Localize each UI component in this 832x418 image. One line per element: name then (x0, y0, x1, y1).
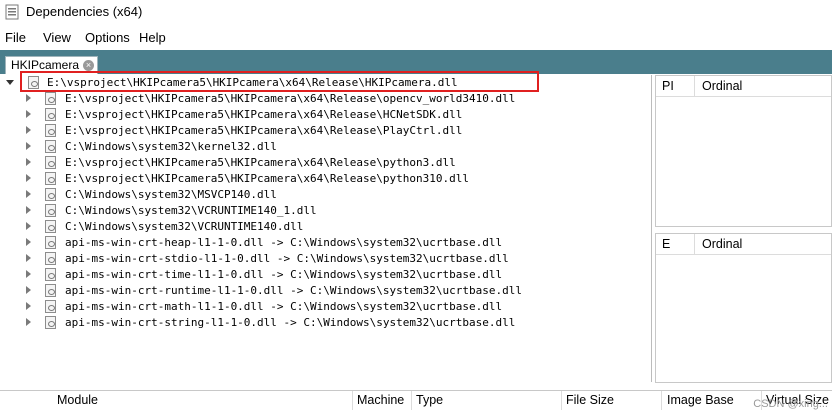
col-file-size[interactable]: File Size (566, 393, 614, 407)
chevron-right-icon[interactable] (26, 110, 31, 118)
chevron-right-icon[interactable] (26, 238, 31, 246)
modules-table-body[interactable] (0, 410, 832, 418)
module-file-icon (45, 204, 56, 217)
tree-child-node[interactable]: C:\Windows\system32\kernel32.dll (0, 139, 640, 155)
tree-child-node[interactable]: api-ms-win-crt-time-l1-1-0.dll -> C:\Win… (0, 267, 640, 283)
chevron-right-icon[interactable] (26, 174, 31, 182)
tree-node-label: E:\vsproject\HKIPcamera5\HKIPcamera\x64\… (65, 124, 463, 137)
tree-node-label: C:\Windows\system32\VCRUNTIME140_1.dll (65, 204, 317, 217)
tree-child-node[interactable]: E:\vsproject\HKIPcamera5\HKIPcamera\x64\… (0, 171, 640, 187)
module-file-icon (45, 156, 56, 169)
chevron-right-icon[interactable] (26, 190, 31, 198)
tree-child-node[interactable]: E:\vsproject\HKIPcamera5\HKIPcamera\x64\… (0, 123, 640, 139)
exports-col-ordinal[interactable]: Ordinal (702, 237, 742, 251)
tree-node-label: C:\Windows\system32\kernel32.dll (65, 140, 277, 153)
chevron-right-icon[interactable] (26, 206, 31, 214)
tree-child-node[interactable]: C:\Windows\system32\VCRUNTIME140_1.dll (0, 203, 640, 219)
tree-node-label: api-ms-win-crt-stdio-l1-1-0.dll -> C:\Wi… (65, 252, 509, 265)
chevron-right-icon[interactable] (26, 286, 31, 294)
module-file-icon (45, 140, 56, 153)
tree-node-label: E:\vsproject\HKIPcamera5\HKIPcamera\x64\… (65, 108, 463, 121)
module-file-icon (45, 236, 56, 249)
col-type[interactable]: Type (416, 393, 443, 407)
modules-table-header: Module Machine Type File Size Image Base… (0, 390, 832, 411)
imports-col-pi[interactable]: PI (662, 79, 674, 93)
chevron-right-icon[interactable] (26, 94, 31, 102)
tree-child-node[interactable]: api-ms-win-crt-runtime-l1-1-0.dll -> C:\… (0, 283, 640, 299)
menu-options[interactable]: Options (85, 30, 130, 45)
window-title: Dependencies (x64) (26, 4, 143, 19)
exports-col-e[interactable]: E (662, 237, 670, 251)
exports-panel[interactable]: E Ordinal (655, 233, 832, 383)
module-file-icon (45, 220, 56, 233)
col-machine[interactable]: Machine (357, 393, 404, 407)
app-window-icon (5, 4, 19, 20)
tree-child-node[interactable]: api-ms-win-crt-string-l1-1-0.dll -> C:\W… (0, 315, 640, 331)
column-divider[interactable] (694, 76, 695, 96)
chevron-down-icon[interactable] (6, 80, 14, 85)
col-image-base[interactable]: Image Base (667, 393, 734, 407)
column-divider[interactable] (661, 391, 662, 411)
chevron-right-icon[interactable] (26, 158, 31, 166)
module-file-icon (45, 188, 56, 201)
tree-child-node[interactable]: E:\vsproject\HKIPcamera5\HKIPcamera\x64\… (0, 155, 640, 171)
tree-child-node[interactable]: api-ms-win-crt-heap-l1-1-0.dll -> C:\Win… (0, 235, 640, 251)
menu-view[interactable]: View (43, 30, 71, 45)
tree-child-node[interactable]: api-ms-win-crt-stdio-l1-1-0.dll -> C:\Wi… (0, 251, 640, 267)
tree-node-label: E:\vsproject\HKIPcamera5\HKIPcamera\x64\… (65, 156, 456, 169)
chevron-right-icon[interactable] (26, 126, 31, 134)
menu-bar: File View Options Help (0, 26, 832, 50)
tree-child-node[interactable]: E:\vsproject\HKIPcamera5\HKIPcamera\x64\… (0, 107, 640, 123)
tree-child-node[interactable]: C:\Windows\system32\VCRUNTIME140.dll (0, 219, 640, 235)
module-file-icon (45, 108, 56, 121)
tree-child-node[interactable]: E:\vsproject\HKIPcamera5\HKIPcamera\x64\… (0, 91, 640, 107)
tree-node-label: C:\Windows\system32\VCRUNTIME140.dll (65, 220, 304, 233)
tree-node-label: api-ms-win-crt-heap-l1-1-0.dll -> C:\Win… (65, 236, 503, 249)
chevron-right-icon[interactable] (26, 270, 31, 278)
module-file-icon (45, 124, 56, 137)
column-divider[interactable] (694, 234, 695, 254)
tree-node-label: C:\Windows\system32\MSVCP140.dll (65, 188, 277, 201)
module-file-icon (45, 300, 56, 313)
watermark-text: CSDN @xing... (753, 398, 828, 410)
dependency-tree[interactable]: E:\vsproject\HKIPcamera5\HKIPcamera\x64\… (0, 75, 652, 382)
imports-col-ordinal[interactable]: Ordinal (702, 79, 742, 93)
tree-child-node[interactable]: api-ms-win-crt-math-l1-1-0.dll -> C:\Win… (0, 299, 640, 315)
close-circle-icon[interactable]: × (83, 60, 94, 71)
module-file-icon (45, 172, 56, 185)
column-divider[interactable] (411, 391, 412, 411)
tree-child-node[interactable]: C:\Windows\system32\MSVCP140.dll (0, 187, 640, 203)
tree-node-label: api-ms-win-crt-math-l1-1-0.dll -> C:\Win… (65, 300, 503, 313)
selection-highlight-box (20, 71, 539, 92)
chevron-right-icon[interactable] (26, 142, 31, 150)
tree-node-label: E:\vsproject\HKIPcamera5\HKIPcamera\x64\… (65, 92, 516, 105)
tree-node-label: E:\vsproject\HKIPcamera5\HKIPcamera\x64\… (65, 172, 469, 185)
chevron-right-icon[interactable] (26, 318, 31, 326)
module-file-icon (45, 92, 56, 105)
title-bar: Dependencies (x64) (0, 0, 832, 26)
tree-node-label: api-ms-win-crt-runtime-l1-1-0.dll -> C:\… (65, 284, 522, 297)
module-file-icon (45, 252, 56, 265)
chevron-right-icon[interactable] (26, 302, 31, 310)
imports-panel[interactable]: PI Ordinal (655, 75, 832, 227)
exports-header: E Ordinal (656, 234, 831, 255)
tree-node-label: api-ms-win-crt-time-l1-1-0.dll -> C:\Win… (65, 268, 503, 281)
chevron-right-icon[interactable] (26, 222, 31, 230)
module-file-icon (45, 284, 56, 297)
tree-node-label: api-ms-win-crt-string-l1-1-0.dll -> C:\W… (65, 316, 516, 329)
column-divider[interactable] (352, 391, 353, 411)
imports-header: PI Ordinal (656, 76, 831, 97)
module-file-icon (45, 268, 56, 281)
menu-help[interactable]: Help (139, 30, 166, 45)
chevron-right-icon[interactable] (26, 254, 31, 262)
col-module[interactable]: Module (57, 393, 98, 407)
column-divider[interactable] (561, 391, 562, 411)
tab-label: HKIPcamera (11, 58, 80, 72)
menu-file[interactable]: File (5, 30, 26, 45)
module-file-icon (45, 316, 56, 329)
